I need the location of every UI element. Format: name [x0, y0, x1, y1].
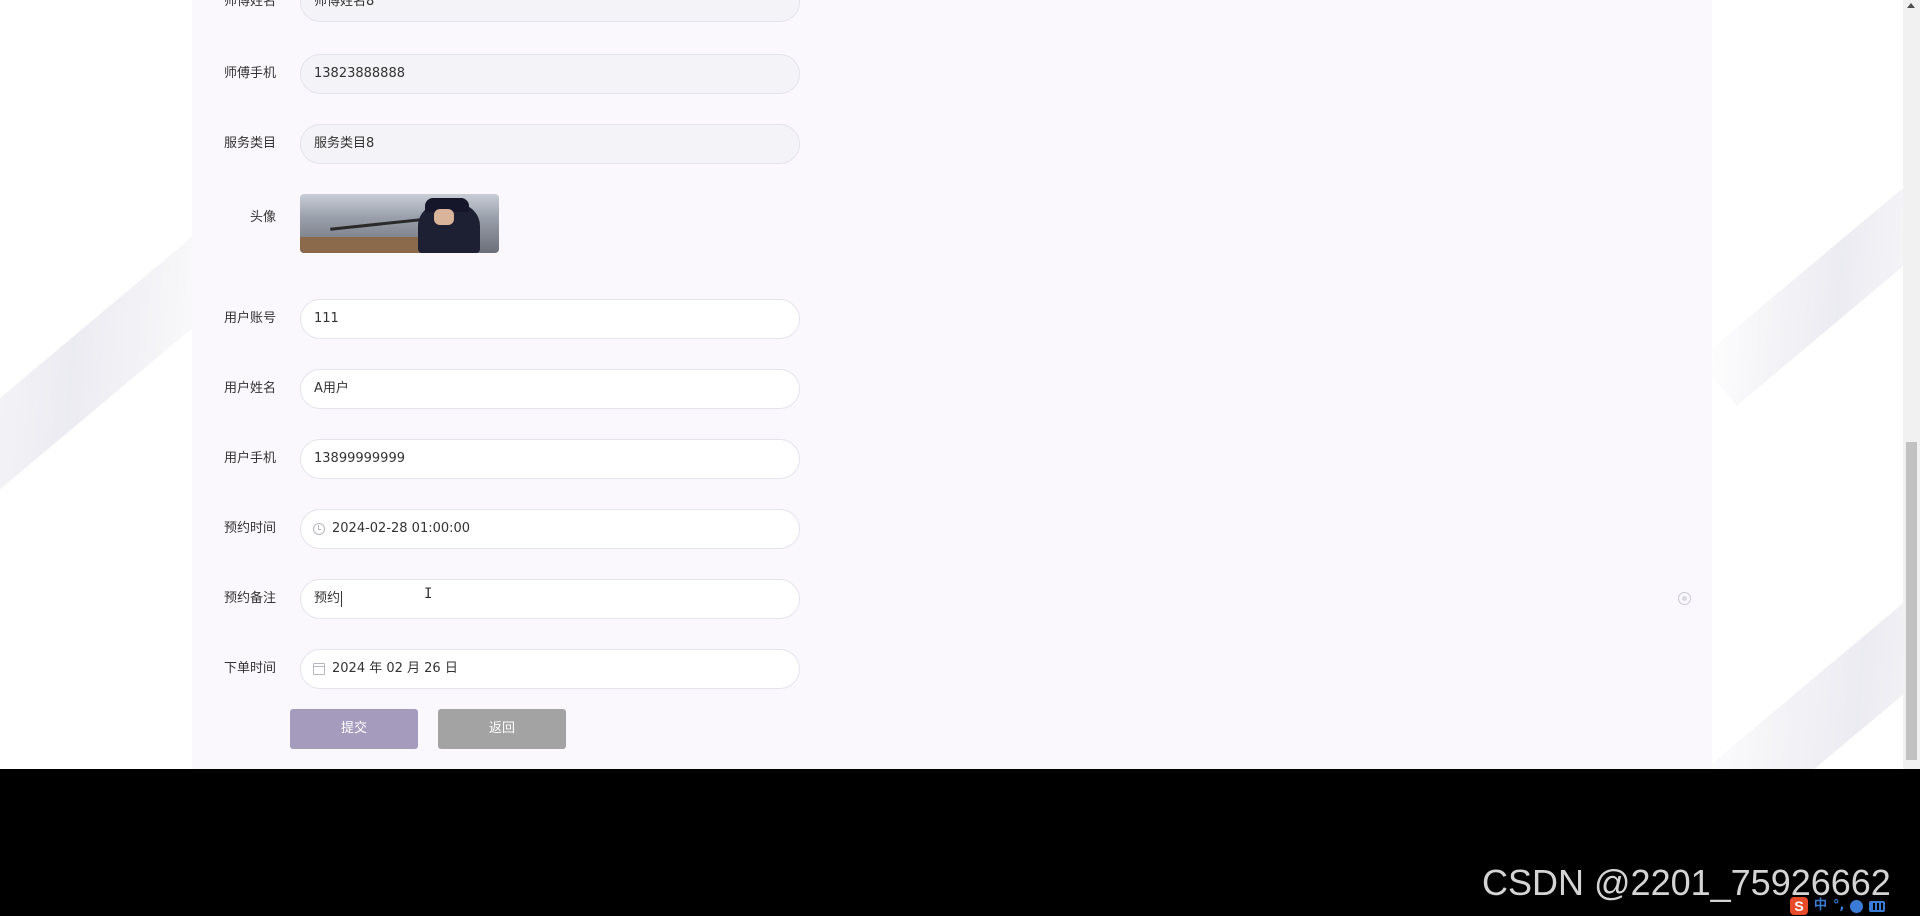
- avatar-photo-workbench: [300, 237, 420, 253]
- master-name-value: 师傅姓名8: [314, 0, 375, 9]
- form-row-master-name: 师傅姓名 师傅姓名8: [192, 0, 1712, 22]
- appointment-note-value: 预约: [314, 591, 341, 606]
- user-account-field[interactable]: 111: [300, 299, 800, 339]
- appointment-time-label: 预约时间: [223, 521, 276, 536]
- form-row-master-phone: 师傅手机 13823888888: [192, 54, 1712, 94]
- user-account-value: 111: [314, 311, 339, 326]
- user-phone-field[interactable]: 13899999999: [300, 439, 800, 479]
- appointment-note-label: 预约备注: [223, 591, 276, 606]
- service-category-field[interactable]: 服务类目8: [300, 124, 800, 164]
- avatar-label: 头像: [249, 210, 276, 225]
- appointment-time-picker[interactable]: 2024-02-28 01:00:00: [300, 509, 800, 549]
- keyboard-icon[interactable]: [1869, 900, 1886, 912]
- form-row-appointment-note: 预约备注 预约: [192, 579, 1712, 619]
- user-phone-value: 13899999999: [314, 451, 405, 466]
- scrollbar-thumb[interactable]: [1906, 442, 1917, 760]
- text-cursor: [341, 590, 343, 607]
- clock-icon: [313, 523, 325, 535]
- master-phone-value: 13823888888: [314, 66, 405, 81]
- form-row-order-time: 下单时间 2024 年 02 月 26 日: [192, 649, 1712, 689]
- form-row-user-account: 用户账号 111: [192, 299, 1712, 339]
- order-time-picker[interactable]: 2024 年 02 月 26 日: [300, 649, 800, 689]
- user-phone-label: 用户手机: [223, 451, 276, 466]
- user-name-value: A用户: [314, 381, 349, 396]
- calendar-icon: [313, 663, 325, 675]
- appointment-note-field[interactable]: 预约: [300, 579, 800, 619]
- ime-punctuation-toggle[interactable]: °,: [1833, 897, 1844, 915]
- mouse-ibeam-cursor: I: [424, 586, 432, 602]
- order-time-value: 2024 年 02 月 26 日: [332, 661, 458, 676]
- form-row-user-name: 用户姓名 A用户: [192, 369, 1712, 409]
- service-category-label: 服务类目: [223, 136, 276, 151]
- form-row-user-phone: 用户手机 13899999999: [192, 439, 1712, 479]
- master-name-field[interactable]: 师傅姓名8: [300, 0, 800, 22]
- user-name-label: 用户姓名: [223, 381, 276, 396]
- master-name-label: 师傅姓名: [223, 0, 276, 9]
- user-account-label: 用户账号: [223, 311, 276, 326]
- page-background: 师傅姓名 师傅姓名8 师傅手机 13823888888 服务类目 服务类目8 头…: [0, 0, 1903, 769]
- user-name-field[interactable]: A用户: [300, 369, 800, 409]
- master-phone-label: 师傅手机: [223, 66, 276, 81]
- decorative-stripe: [1698, 154, 1903, 406]
- scroll-up-arrow-icon[interactable]: [1907, 3, 1915, 8]
- page-scrollbar[interactable]: [1903, 0, 1920, 769]
- form-row-appointment-time: 预约时间 2024-02-28 01:00:00: [192, 509, 1712, 549]
- order-time-label: 下单时间: [223, 661, 276, 676]
- ime-logo-icon[interactable]: S: [1790, 897, 1808, 915]
- master-phone-field[interactable]: 13823888888: [300, 54, 800, 94]
- clear-icon[interactable]: [1678, 592, 1691, 605]
- order-form-panel: 师傅姓名 师傅姓名8 师傅手机 13823888888 服务类目 服务类目8 头…: [192, 0, 1712, 769]
- emoji-icon[interactable]: [1850, 899, 1864, 913]
- avatar-image[interactable]: [300, 194, 499, 253]
- submit-button[interactable]: 提交: [290, 709, 418, 749]
- appointment-time-value: 2024-02-28 01:00:00: [332, 521, 471, 536]
- avatar-photo-face: [434, 209, 454, 225]
- form-row-service-category: 服务类目 服务类目8: [192, 124, 1712, 164]
- back-button[interactable]: 返回: [438, 709, 566, 749]
- service-category-value: 服务类目8: [314, 136, 375, 151]
- ime-toolbar: S 中 °,: [1790, 896, 1920, 916]
- form-row-avatar: 头像: [192, 194, 1712, 254]
- ime-mode-toggle[interactable]: 中: [1814, 897, 1827, 915]
